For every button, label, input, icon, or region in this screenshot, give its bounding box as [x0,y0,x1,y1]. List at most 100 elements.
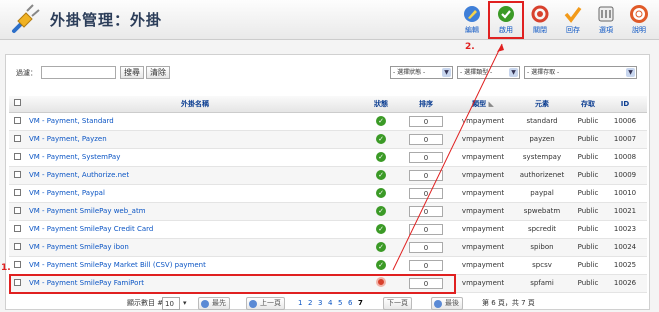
status-cell[interactable]: ✓ [365,148,397,167]
status-cell[interactable]: ✓ [365,256,397,275]
enable-button[interactable]: 啟用 [488,1,524,39]
order-input[interactable]: 0 [409,205,443,217]
enabled-status-icon[interactable]: ✓ [376,170,386,180]
access-cell[interactable]: Public [573,112,603,131]
status-cell[interactable] [365,274,397,293]
enabled-status-icon[interactable]: ✓ [376,224,386,234]
row-checkbox[interactable] [13,278,21,286]
access-cell[interactable]: Public [573,274,603,293]
disabled-status-icon[interactable] [376,277,386,287]
disable-button[interactable]: 關閉 [524,2,556,38]
row-select-cell[interactable] [9,238,25,257]
status-cell[interactable]: ✓ [365,202,397,221]
table-row[interactable]: VM - Payment, Paypal ✓ 0 vmpayment paypal Pub… [9,184,647,203]
table-row[interactable]: VM - Payment SmilePay Market Bill (CSV) … [9,256,647,275]
access-cell[interactable]: Public [573,202,603,221]
page-number-5[interactable]: 5 [338,297,342,310]
status-cell[interactable]: ✓ [365,238,397,257]
enabled-status-icon[interactable]: ✓ [376,260,386,270]
status-cell[interactable]: ✓ [365,130,397,149]
row-select-cell[interactable] [9,112,25,131]
column-header-element[interactable]: 元素 [511,96,573,113]
filter-input[interactable] [41,66,116,79]
order-input[interactable]: 0 [409,259,443,271]
order-input[interactable]: 0 [409,169,443,181]
page-number-6[interactable]: 6 [348,297,352,310]
plugin-name-link[interactable]: VM - Payment, Standard [25,112,365,131]
access-cell[interactable]: Public [573,184,603,203]
enabled-status-icon[interactable]: ✓ [376,242,386,252]
access-cell[interactable]: Public [573,130,603,149]
plugin-name-link[interactable]: VM - Payment SmilePay web_atm [25,202,365,221]
status-select[interactable]: - 選擇狀態 - ▼ [390,66,453,79]
select-all-checkbox[interactable] [13,99,21,107]
page-number-2[interactable]: 2 [308,297,312,310]
enabled-status-icon[interactable]: ✓ [376,206,386,216]
clear-button[interactable]: 清除 [146,66,170,79]
type-select[interactable]: - 選擇類型 - ▼ [457,66,520,79]
row-checkbox[interactable] [13,224,21,232]
row-checkbox[interactable] [13,152,21,160]
row-checkbox[interactable] [13,188,21,196]
plugin-name-link[interactable]: VM - Payment, SystemPay [25,148,365,167]
table-row[interactable]: VM - Payment, Standard ✓ 0 vmpayment standar… [9,112,647,131]
order-input[interactable]: 0 [409,187,443,199]
plugin-name-link[interactable]: VM - Payment, Authorize.net [25,166,365,185]
column-header-order[interactable]: 排序 [397,96,455,113]
status-cell[interactable]: ✓ [365,166,397,185]
column-header-access[interactable]: 存取 [573,96,603,113]
access-cell[interactable]: Public [573,148,603,167]
status-cell[interactable]: ✓ [365,184,397,203]
order-input[interactable]: 0 [409,223,443,235]
first-page-button[interactable]: 最先 [198,297,230,310]
display-count-select[interactable]: 10 [162,297,180,310]
row-select-cell[interactable] [9,148,25,167]
row-select-cell[interactable] [9,130,25,149]
plugin-name-link[interactable]: VM - Payment, Payzen [25,130,365,149]
row-select-cell[interactable] [9,256,25,275]
table-row[interactable]: VM - Payment, Payzen ✓ 0 vmpayment payzen Pub… [9,130,647,149]
table-row[interactable]: VM - Payment, Authorize.net ✓ 0 vmpayment au… [9,166,647,185]
access-cell[interactable]: Public [573,220,603,239]
select-all-cell[interactable] [9,96,25,113]
row-checkbox[interactable] [13,260,21,268]
plugin-name-link[interactable]: VM - Payment SmilePay Credit Card [25,220,365,239]
row-select-cell[interactable] [9,274,25,293]
row-select-cell[interactable] [9,166,25,185]
order-input[interactable]: 0 [409,133,443,145]
row-checkbox[interactable] [13,170,21,178]
column-header-type[interactable]: 類型 ◣ [455,96,511,113]
plugin-name-link[interactable]: VM - Payment SmilePay FamiPort [25,274,365,293]
search-button[interactable]: 搜尋 [120,66,144,79]
help-button[interactable]: 說明 [623,2,655,38]
table-row[interactable]: VM - Payment SmilePay ibon ✓ 0 vmpayment spi… [9,238,647,257]
status-cell[interactable]: ✓ [365,220,397,239]
page-number-1[interactable]: 1 [298,297,302,310]
order-input[interactable]: 0 [409,115,443,127]
column-header-status[interactable]: 狀態 [365,96,397,113]
order-input[interactable]: 0 [409,151,443,163]
row-select-cell[interactable] [9,220,25,239]
last-page-button[interactable]: 最後 [431,297,463,310]
plugin-name-link[interactable]: VM - Payment, Paypal [25,184,365,203]
row-checkbox[interactable] [13,206,21,214]
table-row[interactable]: VM - Payment SmilePay FamiPort 0 vmpayment… [9,274,647,293]
enabled-status-icon[interactable]: ✓ [376,188,386,198]
access-cell[interactable]: Public [573,238,603,257]
page-number-3[interactable]: 3 [318,297,322,310]
row-checkbox[interactable] [13,134,21,142]
enabled-status-icon[interactable]: ✓ [376,152,386,162]
order-input[interactable]: 0 [409,241,443,253]
access-cell[interactable]: Public [573,166,603,185]
column-header-name[interactable]: 外掛名稱 [25,96,365,113]
table-row[interactable]: VM - Payment SmilePay Credit Card ✓ 0 vmpay… [9,220,647,239]
access-select[interactable]: - 選擇存取 - ▼ [524,66,637,79]
column-header-id[interactable]: ID [603,96,647,113]
plugin-name-link[interactable]: VM - Payment SmilePay ibon [25,238,365,257]
row-checkbox[interactable] [13,116,21,124]
row-select-cell[interactable] [9,184,25,203]
prev-page-button[interactable]: 上一頁 [246,297,285,310]
status-cell[interactable]: ✓ [365,112,397,131]
row-select-cell[interactable] [9,202,25,221]
enabled-status-icon[interactable]: ✓ [376,134,386,144]
